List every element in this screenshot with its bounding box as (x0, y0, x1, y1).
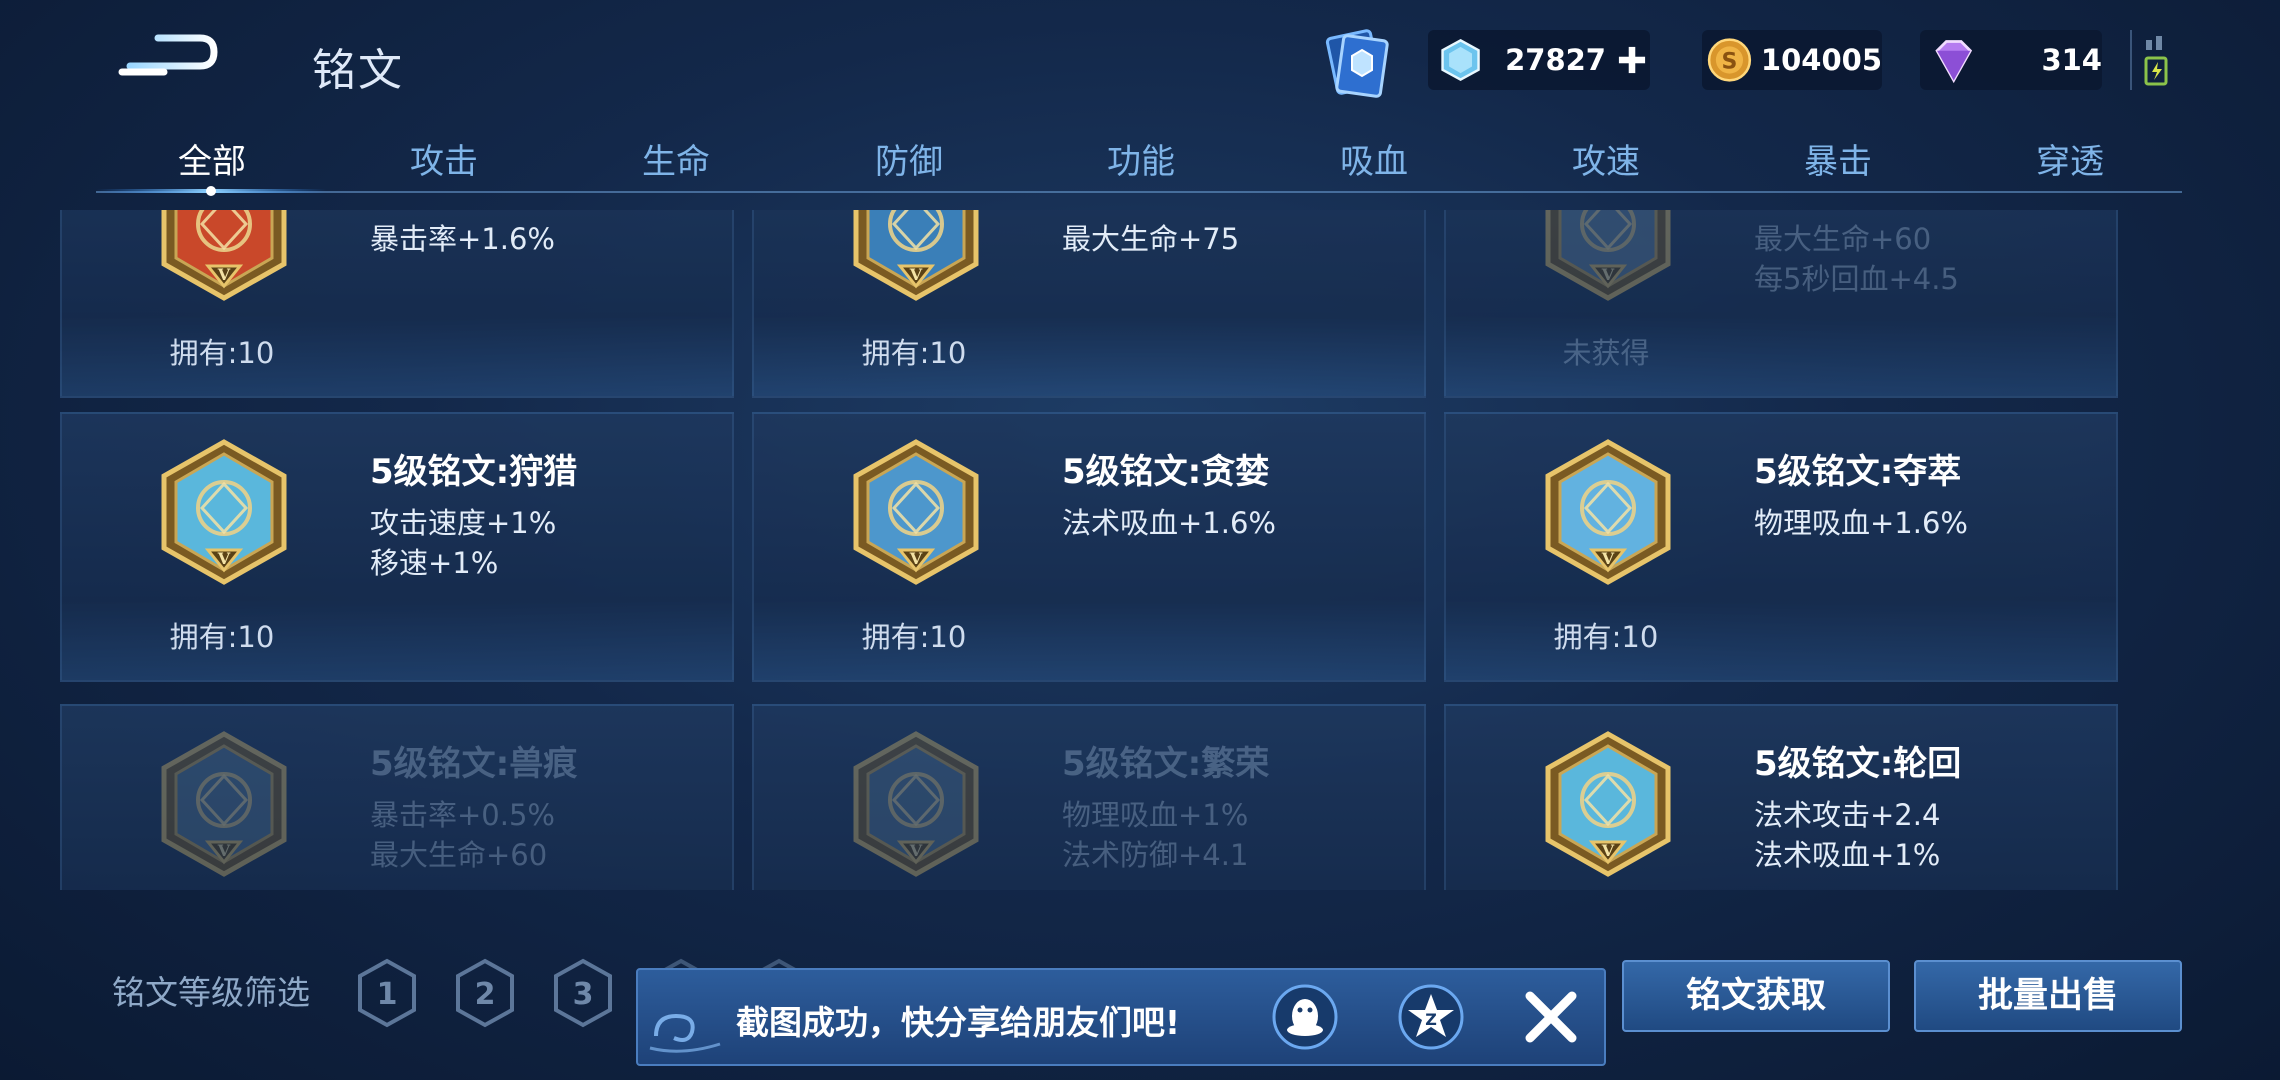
top-bar: 铭文 27827 S 104005 314 (0, 0, 2280, 130)
inscription-attribute: 法术吸血+1% (1754, 838, 1941, 872)
level-filter-1[interactable]: 1 (356, 958, 418, 1028)
svg-text:V: V (217, 265, 231, 284)
inscription-emblem-icon: V (161, 731, 287, 877)
diamond-amount: 314 (2041, 43, 2102, 77)
inscription-attribute: 移速+1% (370, 546, 499, 580)
inscription-attribute: 暴击率+1.6% (370, 222, 555, 256)
tab-attack-speed[interactable]: 攻速 (1516, 134, 1696, 183)
inscription-name: 5级铭文:兽痕 (370, 744, 578, 784)
svg-text:V: V (909, 265, 923, 284)
inscription-emblem-icon: V (853, 731, 979, 877)
page-title: 铭文 (312, 45, 404, 96)
inscription-card[interactable]: V 暴击率+1.6% 拥有:10 (60, 210, 734, 398)
diamond-currency: 314 (1920, 30, 2102, 90)
level-number: 2 (475, 977, 496, 1012)
inscription-attribute: 法术攻击+2.4 (1754, 798, 1941, 832)
active-tab-indicator (96, 186, 326, 196)
inscription-emblem-icon: V (1545, 731, 1671, 877)
inscription-owned-count: 拥有:10 (169, 620, 275, 654)
signal-battery-icon (2130, 30, 2178, 90)
close-icon[interactable] (1518, 984, 1584, 1050)
tab-divider (96, 191, 2182, 193)
level-number: 3 (573, 977, 594, 1012)
inscription-grid: V 暴击率+1.6% 拥有:10 V 最大生命+75 拥有:10 V 最大生命+60 每5秒… (58, 210, 2118, 890)
inscription-name: 5级铭文:贪婪 (1062, 452, 1270, 492)
inscription-owned-count: 未获得 (1562, 336, 1650, 370)
inscription-emblem-icon: V (161, 439, 287, 585)
qzone-share-icon[interactable]: Z (1396, 982, 1466, 1052)
inscription-attribute: 暴击率+0.5% (370, 798, 555, 832)
inscription-owned-count: 拥有:10 (169, 336, 275, 370)
crystal-currency: 27827 (1428, 30, 1650, 90)
tab-utility[interactable]: 功能 (1051, 134, 1231, 183)
inscription-card[interactable]: V 最大生命+75 拥有:10 (752, 210, 1426, 398)
bottom-bar: 铭文等级筛选 1 2 3 4 5 截图成功，快分享给朋友们吧! Z 铭文获取 批… (0, 940, 2280, 1080)
tab-health[interactable]: 生命 (586, 134, 766, 183)
inscription-card[interactable]: V 5级铭文:兽痕暴击率+0.5% 最大生命+60 (60, 704, 734, 890)
inscription-attribute: 法术防御+4.1 (1062, 838, 1249, 872)
svg-text:V: V (909, 549, 923, 568)
inscription-attribute: 物理吸血+1.6% (1754, 506, 1968, 540)
inscription-name: 5级铭文:狩猎 (370, 452, 578, 492)
inscription-card[interactable]: V 5级铭文:轮回法术攻击+2.4 法术吸血+1% (1444, 704, 2118, 890)
inscription-owned-count: 拥有:10 (861, 336, 967, 370)
inscription-name: 5级铭文:轮回 (1754, 744, 1962, 784)
inscription-card[interactable]: V 5级铭文:狩猎攻击速度+1% 移速+1% 拥有:10 (60, 412, 734, 682)
inscription-attribute: 最大生命+60 (1754, 222, 1932, 256)
inscription-book-icon[interactable] (1318, 24, 1398, 104)
toast-message: 截图成功，快分享给朋友们吧! (736, 1003, 1181, 1042)
svg-text:V: V (1601, 265, 1615, 284)
diamond-icon (1935, 40, 1973, 84)
inscription-name: 5级铭文:夺萃 (1754, 452, 1962, 492)
svg-text:V: V (217, 841, 231, 860)
inscription-emblem-icon: V (853, 210, 979, 301)
level-number: 1 (377, 977, 398, 1012)
inscription-emblem-icon: V (853, 439, 979, 585)
inscription-acquire-button[interactable]: 铭文获取 (1622, 960, 1890, 1032)
tab-critical[interactable]: 暴击 (1748, 134, 1928, 183)
level-filter-label: 铭文等级筛选 (112, 973, 310, 1012)
inscription-attribute: 每5秒回血+4.5 (1754, 262, 1959, 296)
inscription-card[interactable]: V 5级铭文:繁荣物理吸血+1% 法术防御+4.1 (752, 704, 1426, 890)
inscription-attribute: 攻击速度+1% (370, 506, 557, 540)
gold-amount: 104005 (1760, 43, 1882, 77)
inscription-attribute: 最大生命+75 (1062, 222, 1240, 256)
inscription-name: 5级铭文:繁荣 (1062, 744, 1270, 784)
inscription-emblem-icon: V (1545, 210, 1671, 301)
svg-text:V: V (909, 841, 923, 860)
tab-defense[interactable]: 防御 (819, 134, 999, 183)
add-crystal-icon[interactable] (1614, 38, 1650, 82)
svg-text:V: V (217, 549, 231, 568)
inscription-card[interactable]: V 5级铭文:贪婪法术吸血+1.6% 拥有:10 (752, 412, 1426, 682)
level-filter-2[interactable]: 2 (454, 958, 516, 1028)
inscription-card[interactable]: V 最大生命+60 每5秒回血+4.5 未获得 (1444, 210, 2118, 398)
inscription-attribute: 物理吸血+1% (1062, 798, 1249, 832)
inscription-attribute: 最大生命+60 (370, 838, 548, 872)
bulk-sell-button[interactable]: 批量出售 (1914, 960, 2182, 1032)
inscription-attribute: 法术吸血+1.6% (1062, 506, 1276, 540)
gold-coin-icon: S (1707, 38, 1752, 82)
tab-attack[interactable]: 攻击 (354, 134, 534, 183)
inscription-emblem-icon: V (161, 210, 287, 301)
qq-share-icon[interactable] (1270, 982, 1340, 1052)
tab-lifesteal[interactable]: 吸血 (1284, 134, 1464, 183)
back-arrow-icon[interactable] (118, 30, 220, 86)
svg-text:Z: Z (1425, 1010, 1437, 1029)
svg-text:V: V (1601, 549, 1615, 568)
inscription-owned-count: 拥有:10 (861, 620, 967, 654)
gold-currency: S 104005 (1702, 30, 1882, 90)
inscription-card[interactable]: V 5级铭文:夺萃物理吸血+1.6% 拥有:10 (1444, 412, 2118, 682)
crystal-amount: 27827 (1505, 43, 1606, 77)
crystal-icon (1441, 38, 1480, 82)
screenshot-share-toast: 截图成功，快分享给朋友们吧! Z (636, 968, 1606, 1066)
tab-all[interactable]: 全部 (122, 134, 302, 183)
cloud-swirl-icon (649, 1013, 721, 1053)
tab-penetration[interactable]: 穿透 (1980, 134, 2160, 183)
svg-text:V: V (1601, 841, 1615, 860)
svg-text:S: S (1722, 49, 1738, 74)
inscription-emblem-icon: V (1545, 439, 1671, 585)
level-filter-3[interactable]: 3 (552, 958, 614, 1028)
category-tabs: 全部 攻击 生命 防御 功能 吸血 攻速 暴击 穿透 (96, 124, 2182, 196)
inscription-owned-count: 拥有:10 (1553, 620, 1659, 654)
